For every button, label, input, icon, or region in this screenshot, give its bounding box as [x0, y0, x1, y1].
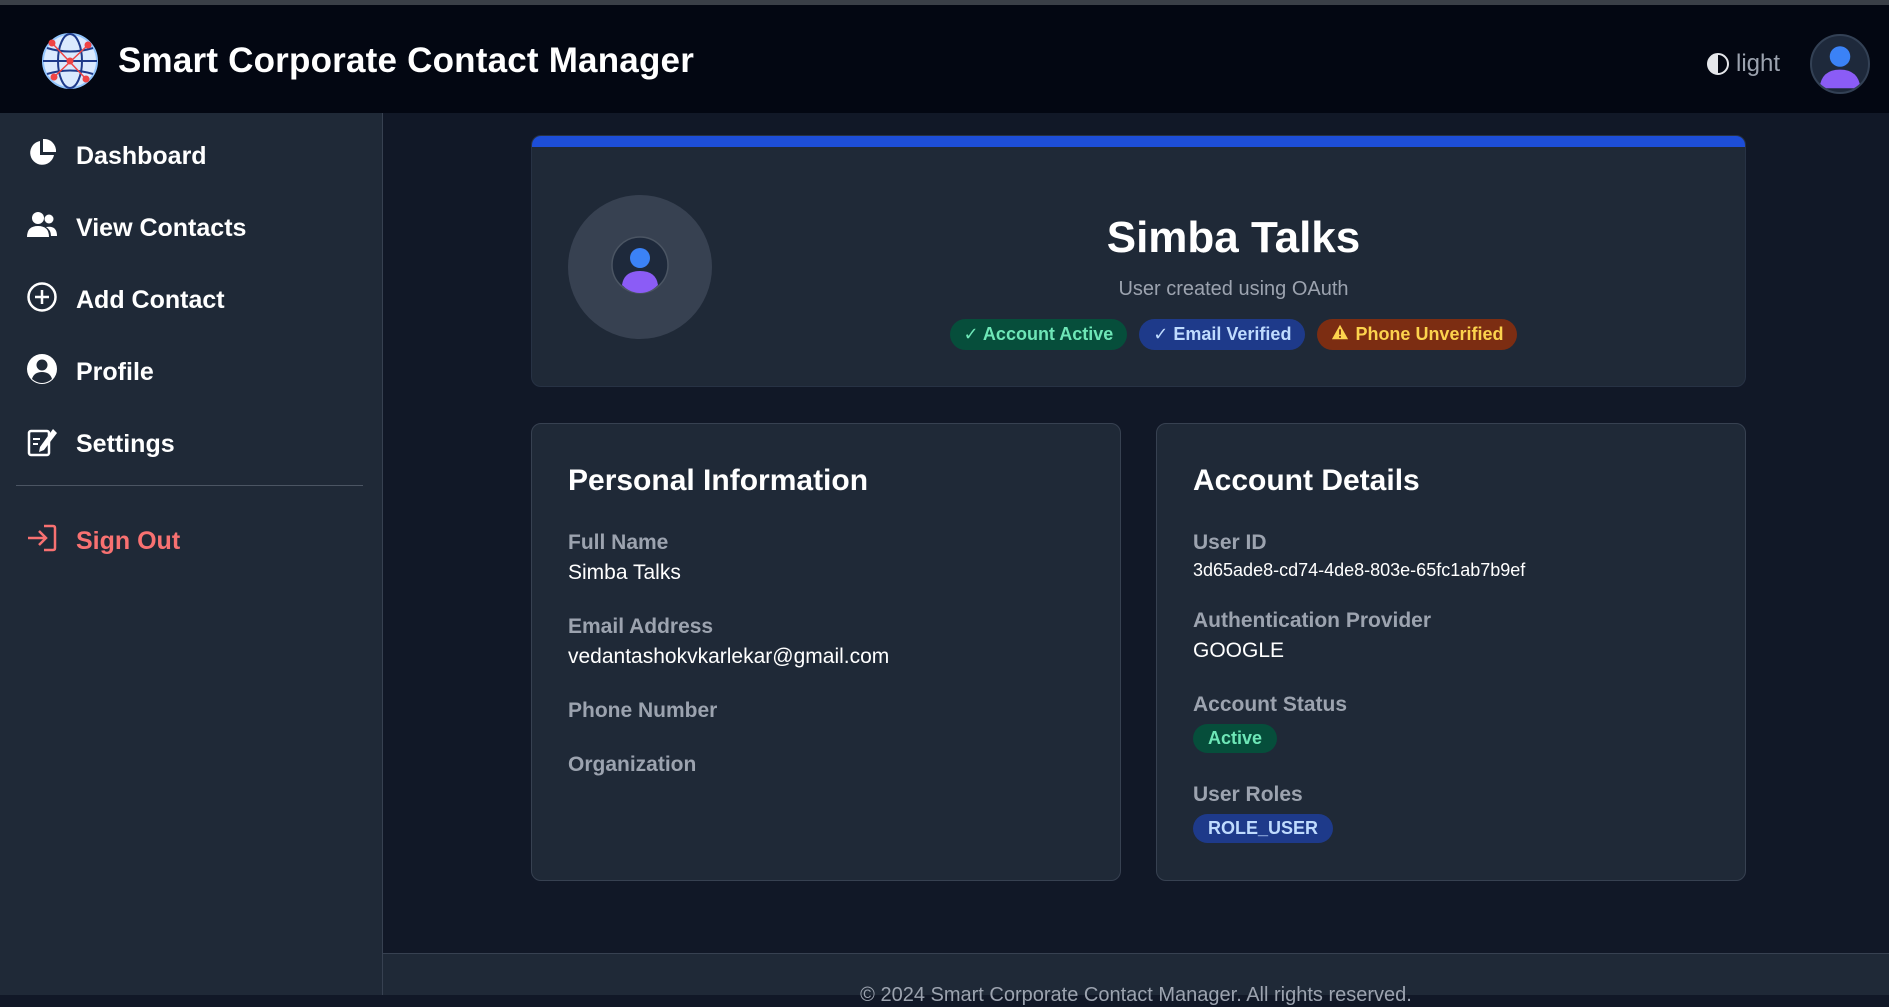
badge-label: ✓ Email Verified	[1153, 324, 1292, 344]
profile-name: Simba Talks	[1106, 213, 1361, 262]
sidebar-item-settings[interactable]: Settings	[26, 420, 356, 468]
card-title: Personal Information	[568, 464, 869, 497]
plus-circle-icon	[26, 281, 58, 320]
users-icon	[26, 209, 58, 248]
half-circle-icon	[1706, 52, 1730, 76]
email-verified-badge: ✓ Email Verified	[1139, 319, 1306, 350]
auth-provider-value: GOOGLE	[1193, 639, 1285, 662]
sidebar: Dashboard View Contacts Add Contact Prof…	[0, 113, 383, 995]
user-id-label: User ID	[1193, 531, 1267, 554]
footer-copyright: © 2024 Smart Corporate Contact Manager. …	[860, 984, 1412, 1006]
account-active-badge: ✓ Account Active	[949, 319, 1128, 350]
account-status-badge: Active	[1193, 724, 1278, 753]
status-badges: ✓ Account Active ✓ Email Verified Phone …	[532, 319, 1745, 350]
profile-header-card: Simba Talks User created using OAuth ✓ A…	[531, 135, 1746, 387]
theme-toggle-label: light	[1736, 50, 1781, 77]
warning-icon	[1331, 323, 1349, 346]
sign-out-label: Sign Out	[76, 526, 181, 555]
user-id-value: 3d65ade8-cd74-4de8-803e-65fc1ab7b9ef	[1193, 560, 1526, 580]
personal-information-card: Personal Information Full Name Simba Tal…	[531, 423, 1121, 881]
sidebar-item-label: View Contacts	[76, 213, 247, 242]
account-status-label: Account Status	[1193, 693, 1348, 716]
edit-note-icon	[26, 425, 58, 464]
page-footer: © 2024 Smart Corporate Contact Manager. …	[383, 953, 1889, 1006]
user-circle-icon	[26, 353, 58, 392]
auth-provider-label: Authentication Provider	[1193, 609, 1432, 632]
full-name-label: Full Name	[568, 531, 669, 554]
card-title: Account Details	[1193, 464, 1420, 497]
main-content: Simba Talks User created using OAuth ✓ A…	[384, 113, 1889, 953]
sidebar-item-label: Dashboard	[76, 141, 207, 170]
sidebar-item-label: Add Contact	[76, 285, 225, 314]
profile-card-accent-bar	[532, 136, 1745, 147]
user-role-badge: ROLE_USER	[1193, 814, 1334, 843]
phone-unverified-badge: Phone Unverified	[1317, 319, 1518, 350]
theme-toggle-button[interactable]: light	[1706, 47, 1780, 81]
sidebar-item-profile[interactable]: Profile	[26, 348, 356, 396]
sign-out-icon	[26, 522, 58, 561]
user-roles-label: User Roles	[1193, 783, 1303, 806]
user-avatar-icon[interactable]	[1810, 34, 1870, 94]
account-details-card: Account Details User ID 3d65ade8-cd74-4d…	[1156, 423, 1746, 881]
profile-subtitle: User created using OAuth	[1118, 278, 1349, 300]
sidebar-item-label: Settings	[76, 429, 175, 458]
sidebar-item-add-contact[interactable]: Add Contact	[26, 276, 356, 324]
globe-network-icon[interactable]	[40, 31, 100, 91]
badge-label: ✓ Account Active	[963, 324, 1114, 344]
sidebar-divider	[16, 485, 363, 486]
phone-number-label: Phone Number	[568, 699, 718, 722]
sidebar-item-view-contacts[interactable]: View Contacts	[26, 204, 356, 252]
sidebar-item-label: Profile	[76, 357, 154, 386]
full-name-value: Simba Talks	[568, 561, 681, 584]
email-label: Email Address	[568, 615, 714, 638]
badge-label: Phone Unverified	[1355, 324, 1504, 344]
sign-out-button[interactable]: Sign Out	[26, 517, 356, 565]
app-title[interactable]: Smart Corporate Contact Manager	[118, 41, 694, 81]
email-value: vedantashokvkarlekar@gmail.com	[568, 645, 890, 668]
top-navbar: Smart Corporate Contact Manager light	[0, 5, 1889, 113]
organization-label: Organization	[568, 753, 697, 776]
sidebar-item-dashboard[interactable]: Dashboard	[26, 132, 356, 180]
pie-chart-icon	[26, 137, 58, 176]
